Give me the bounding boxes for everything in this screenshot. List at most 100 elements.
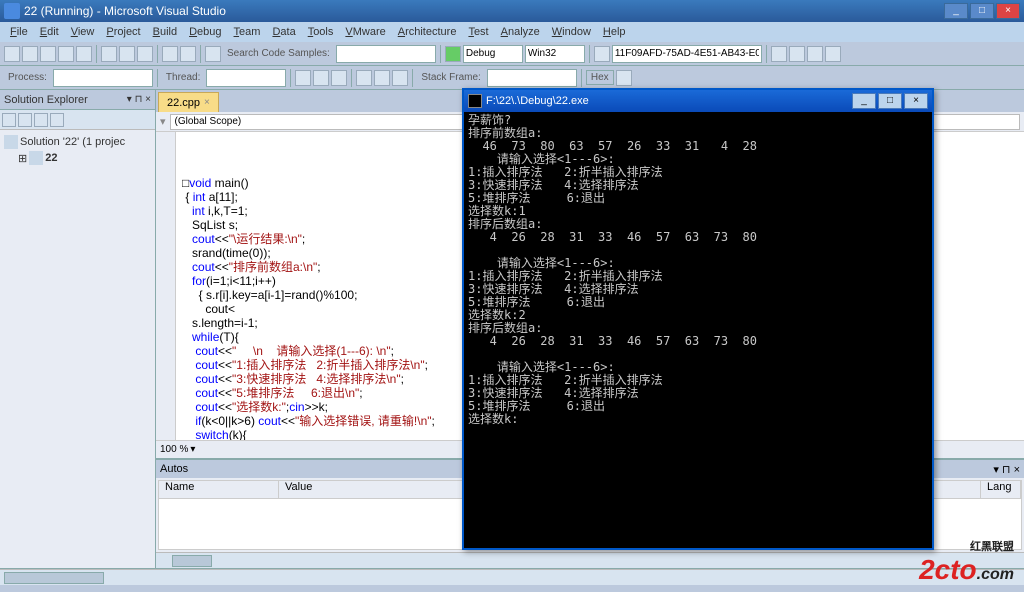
solution-toolbar (0, 110, 155, 130)
solution-tree: Solution '22' (1 projec ⊞ 22 (0, 130, 155, 170)
solution-icon (4, 135, 18, 149)
search-samples-input[interactable] (336, 45, 436, 63)
console-output: 孕薪饰? 排序前数组a: 46 73 80 63 57 26 33 31 4 2… (464, 112, 932, 548)
show-all-icon[interactable] (34, 113, 48, 127)
stop-icon[interactable] (313, 70, 329, 86)
menu-view[interactable]: View (65, 26, 101, 38)
thread-combo[interactable] (206, 69, 286, 87)
tool-icon-4[interactable] (825, 46, 841, 62)
file-tab-label: 22.cpp (167, 97, 200, 109)
menu-edit[interactable]: Edit (34, 26, 65, 38)
statusbar (0, 568, 1024, 592)
menu-file[interactable]: File (4, 26, 34, 38)
window-title: 22 (Running) - Microsoft Visual Studio (24, 4, 226, 18)
search-samples-label: Search Code Samples: (223, 48, 334, 59)
hex-toggle-icon[interactable] (616, 70, 632, 86)
restart-icon[interactable] (331, 70, 347, 86)
paste-icon[interactable] (137, 46, 153, 62)
autos-pin-icon[interactable]: ▾ ⊓ × (993, 463, 1020, 476)
console-titlebar[interactable]: F:\22\.\Debug\22.exe _ □ × (464, 90, 932, 112)
cmd-icon (468, 94, 482, 108)
autos-title: Autos (160, 463, 188, 475)
menu-build[interactable]: Build (147, 26, 183, 38)
console-maximize-button[interactable]: □ (878, 93, 902, 109)
expand-icon[interactable]: ⊞ (18, 152, 27, 165)
undo-icon[interactable] (162, 46, 178, 62)
platform-combo[interactable] (525, 45, 585, 63)
zoom-dropdown-icon[interactable]: ▾ (190, 444, 195, 455)
new-project-icon[interactable] (4, 46, 20, 62)
solution-explorer-header: Solution Explorer ▾ ⊓ × (0, 90, 155, 110)
zoom-level[interactable]: 100 % (160, 444, 188, 455)
stackframe-label: Stack Frame: (417, 72, 484, 83)
step-over-icon[interactable] (374, 70, 390, 86)
step-into-icon[interactable] (356, 70, 372, 86)
close-button[interactable]: × (996, 3, 1020, 19)
console-title-text: F:\22\.\Debug\22.exe (486, 95, 589, 107)
solution-explorer-title: Solution Explorer (4, 94, 88, 106)
refresh-icon[interactable] (18, 113, 32, 127)
menu-tools[interactable]: Tools (302, 26, 340, 38)
open-icon[interactable] (40, 46, 56, 62)
autos-scrollbar[interactable] (156, 552, 1024, 568)
menubar: FileEditViewProjectBuildDebugTeamDataToo… (0, 22, 1024, 42)
pin-icon[interactable]: ▾ ⊓ × (127, 94, 151, 105)
redo-icon[interactable] (180, 46, 196, 62)
project-item[interactable]: ⊞ 22 (4, 150, 151, 166)
cut-icon[interactable] (101, 46, 117, 62)
menu-team[interactable]: Team (228, 26, 267, 38)
step-out-icon[interactable] (392, 70, 408, 86)
watermark-com: .com (977, 566, 1014, 583)
menu-data[interactable]: Data (266, 26, 301, 38)
stackframe-combo[interactable] (487, 69, 577, 87)
guid-field[interactable] (612, 45, 762, 63)
menu-vmware[interactable]: VMware (339, 26, 391, 38)
console-close-button[interactable]: × (904, 93, 928, 109)
toolbar-main: Search Code Samples: (0, 42, 1024, 66)
save-icon[interactable] (58, 46, 74, 62)
autos-col-lang[interactable]: Lang (981, 481, 1021, 498)
hex-label[interactable]: Hex (586, 70, 614, 85)
menu-project[interactable]: Project (100, 26, 146, 38)
main-scrollbar[interactable] (0, 569, 1024, 585)
menu-window[interactable]: Window (546, 26, 597, 38)
watermark-cn: 红黑联盟 (919, 538, 1014, 554)
copy-icon[interactable] (119, 46, 135, 62)
project-icon (29, 151, 43, 165)
continue-icon[interactable] (445, 46, 461, 62)
console-minimize-button[interactable]: _ (852, 93, 876, 109)
menu-help[interactable]: Help (597, 26, 632, 38)
watermark-logo: 红黑联盟 2cto.com (919, 538, 1014, 586)
window-titlebar: 22 (Running) - Microsoft Visual Studio _… (0, 0, 1024, 22)
autos-col-name[interactable]: Name (159, 481, 279, 498)
maximize-button[interactable]: □ (970, 3, 994, 19)
process-combo[interactable] (53, 69, 153, 87)
menu-debug[interactable]: Debug (183, 26, 227, 38)
console-window: F:\22\.\Debug\22.exe _ □ × 孕薪饰? 排序前数组a: … (462, 88, 934, 550)
thread-label: Thread: (162, 72, 204, 83)
minimize-button[interactable]: _ (944, 3, 968, 19)
expand-scope-icon[interactable]: ▾ (160, 115, 166, 128)
config-combo[interactable] (463, 45, 523, 63)
file-tab-22cpp[interactable]: 22.cpp × (158, 92, 219, 112)
run-icon[interactable] (205, 46, 221, 62)
unknown-icon[interactable] (594, 46, 610, 62)
solution-root-label: Solution '22' (1 projec (20, 136, 125, 148)
solution-root-item[interactable]: Solution '22' (1 projec (4, 134, 151, 150)
menu-architecture[interactable]: Architecture (392, 26, 463, 38)
new-file-icon[interactable] (22, 46, 38, 62)
properties-icon[interactable] (50, 113, 64, 127)
tool-icon-3[interactable] (807, 46, 823, 62)
tool-icon-2[interactable] (789, 46, 805, 62)
watermark-main: 2cto (919, 554, 977, 585)
menu-analyze[interactable]: Analyze (495, 26, 546, 38)
tool-icon[interactable] (771, 46, 787, 62)
solution-explorer-panel: Solution Explorer ▾ ⊓ × Solution '22' (1… (0, 90, 156, 568)
home-icon[interactable] (2, 113, 16, 127)
pause-icon[interactable] (295, 70, 311, 86)
save-all-icon[interactable] (76, 46, 92, 62)
menu-test[interactable]: Test (462, 26, 494, 38)
close-tab-icon[interactable]: × (204, 97, 210, 108)
vs-icon (4, 3, 20, 19)
process-label: Process: (4, 72, 51, 83)
